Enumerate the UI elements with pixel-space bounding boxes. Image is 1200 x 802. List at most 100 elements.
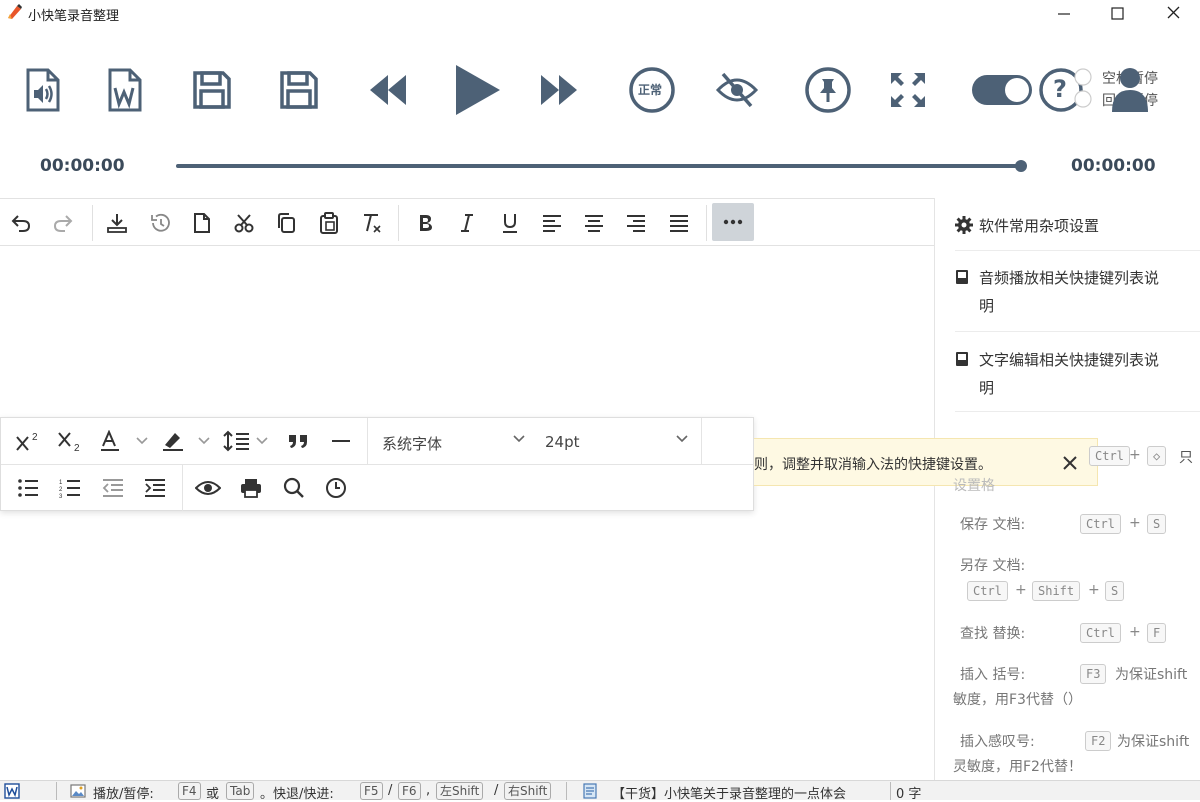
word-file-icon — [108, 68, 142, 112]
superscript-button[interactable]: 2 — [13, 426, 43, 456]
search-icon — [283, 477, 304, 498]
total-time: 00:00:00 — [1071, 156, 1156, 176]
help-panel: 软件常用杂项设置 音频播放相关快捷键列表说 明 文字编辑相关快捷键列表说 明 C… — [935, 198, 1200, 780]
bold-icon — [420, 215, 432, 231]
clipboard-icon — [320, 212, 338, 234]
font-color-button[interactable] — [97, 426, 153, 456]
status-key-f4: F4 — [178, 782, 201, 800]
horizontal-rule-icon — [332, 440, 350, 442]
status-slash: / — [494, 783, 499, 798]
speed-normal-button[interactable]: 正常 — [624, 62, 680, 118]
history-button[interactable] — [145, 208, 175, 238]
pin-button[interactable] — [800, 62, 856, 118]
clear-format-button[interactable] — [356, 208, 386, 238]
align-right-button[interactable] — [621, 208, 651, 238]
numbered-list-button[interactable]: 123 — [55, 473, 85, 503]
horizontal-rule-button[interactable] — [326, 426, 356, 456]
copy-button[interactable] — [271, 208, 301, 238]
download-button[interactable] — [102, 208, 132, 238]
radio-circles-icon[interactable] — [1070, 66, 1092, 112]
expand-icon — [891, 73, 925, 107]
pause-options: 空格暂停 回车暂停 — [1070, 66, 1200, 112]
book-icon — [956, 352, 968, 366]
history-clock-button[interactable] — [321, 473, 351, 503]
print-button[interactable] — [236, 473, 266, 503]
fast-forward-button[interactable] — [531, 62, 587, 118]
cut-button[interactable] — [229, 208, 259, 238]
indent-button[interactable] — [140, 473, 170, 503]
open-audio-button[interactable] — [14, 62, 70, 118]
save-as-button[interactable] — [271, 62, 327, 118]
new-document-button[interactable] — [187, 208, 217, 238]
bold-button[interactable] — [410, 208, 440, 238]
article-icon — [583, 783, 597, 799]
status-slash: / — [388, 783, 393, 798]
highlight-button[interactable] — [159, 426, 215, 456]
subscript-button[interactable]: 2 — [55, 426, 85, 456]
plus-sign: + — [1129, 624, 1141, 640]
line-height-button[interactable] — [221, 426, 273, 456]
preview-button[interactable] — [193, 473, 223, 503]
close-button[interactable] — [1160, 2, 1186, 24]
svg-text:2: 2 — [59, 487, 63, 493]
user-icon[interactable] — [1110, 66, 1150, 112]
status-key-f5: F5 — [360, 782, 383, 800]
status-separator — [566, 782, 567, 800]
progress-bar[interactable] — [176, 164, 1024, 168]
document-icon — [194, 213, 210, 233]
status-or: 或 — [206, 787, 220, 802]
partial-text: 只 — [1179, 450, 1193, 466]
save-button[interactable] — [184, 62, 240, 118]
fullscreen-button[interactable] — [880, 62, 936, 118]
italic-button[interactable] — [452, 208, 482, 238]
copy-icon — [278, 213, 295, 233]
align-left-button[interactable] — [537, 208, 567, 238]
word-doc-icon[interactable] — [4, 783, 20, 799]
italic-icon — [461, 214, 473, 232]
outdent-button[interactable] — [98, 473, 128, 503]
hide-button[interactable] — [709, 62, 765, 118]
audio-file-icon — [26, 68, 60, 112]
shortcut-save-as-label: 另存 文档: — [960, 558, 1026, 574]
more-button[interactable] — [712, 203, 754, 241]
minimize-button[interactable] — [1050, 2, 1076, 24]
underline-button[interactable] — [495, 208, 525, 238]
indent-icon — [145, 479, 165, 497]
play-button[interactable] — [449, 62, 505, 118]
book-icon — [956, 270, 968, 284]
toolbar-separator — [701, 418, 702, 464]
rewind-button[interactable] — [360, 62, 416, 118]
section-text-shortcuts[interactable]: 文字编辑相关快捷键列表说 明 — [935, 346, 1200, 402]
progress-knob[interactable] — [1015, 160, 1027, 172]
shortcut-bracket-note2: 敏度，用F3代替（） — [953, 692, 1082, 708]
status-seek-label: 。快退/快进: — [260, 787, 334, 802]
justify-button[interactable] — [664, 208, 694, 238]
status-word-count: 0 字 — [896, 787, 922, 802]
paste-button[interactable] — [314, 208, 344, 238]
section-settings[interactable]: 软件常用杂项设置 — [935, 212, 1200, 242]
font-family-select[interactable]: 系统字体 — [368, 418, 535, 464]
bullet-list-button[interactable] — [13, 473, 43, 503]
redo-button[interactable] — [48, 208, 78, 238]
maximize-button[interactable] — [1104, 2, 1130, 24]
key-s: S — [1105, 581, 1125, 601]
font-size-select[interactable]: 24pt — [535, 418, 702, 464]
align-center-button[interactable] — [579, 208, 609, 238]
blockquote-button[interactable] — [283, 426, 313, 456]
current-time: 00:00:00 — [40, 156, 125, 176]
undo-button[interactable] — [6, 208, 36, 238]
more-icon — [723, 219, 743, 225]
key-f: F — [1147, 623, 1167, 643]
underline-icon — [503, 214, 517, 233]
editor-content[interactable] — [0, 246, 934, 780]
section-audio-shortcuts[interactable]: 音频播放相关快捷键列表说 明 — [935, 264, 1200, 320]
save-as-icon — [280, 71, 318, 109]
mode-toggle[interactable] — [970, 62, 1034, 118]
find-button[interactable] — [279, 473, 309, 503]
svg-text:2: 2 — [74, 443, 80, 452]
status-key-tab: Tab — [226, 782, 255, 800]
download-icon — [107, 214, 127, 233]
svg-text:1: 1 — [59, 480, 63, 486]
status-article-link[interactable]: 【干货】小快笔关于录音整理的一点体会 — [612, 783, 846, 802]
open-word-button[interactable] — [96, 62, 152, 118]
